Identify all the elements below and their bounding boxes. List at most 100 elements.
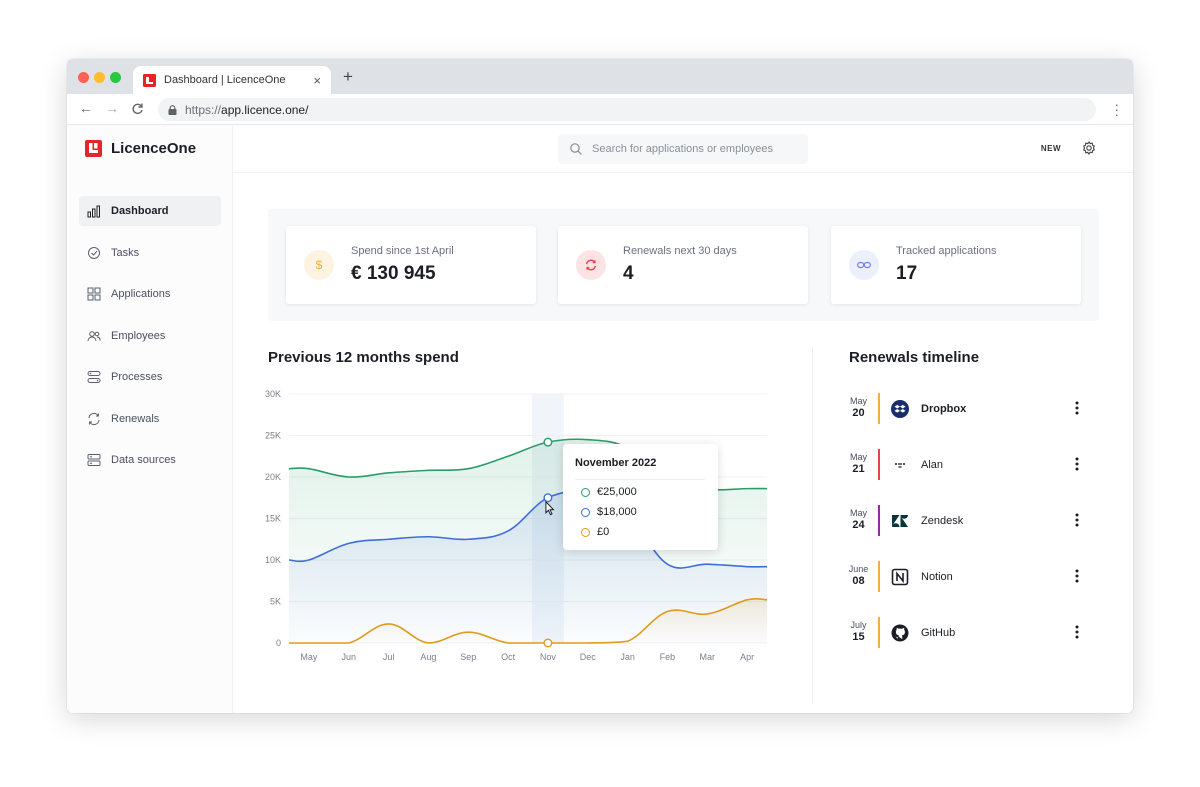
app-root: LicenceOne Dashboard Tasks Applications bbox=[67, 125, 1133, 713]
y-tick-label: 0 bbox=[276, 638, 281, 648]
timeline-date: May 24 bbox=[845, 507, 872, 531]
forward-button[interactable]: → bbox=[105, 100, 119, 116]
browser-menu-icon[interactable]: · · · bbox=[1115, 98, 1119, 121]
address-bar[interactable]: https://app.licence.one/ bbox=[158, 98, 1096, 121]
sidebar-item-label: Dashboard bbox=[111, 205, 169, 217]
timeline-day: 20 bbox=[852, 407, 865, 419]
sidebar-item-label: Employees bbox=[111, 329, 166, 342]
search-input[interactable]: Search for applications or employees bbox=[558, 134, 808, 164]
kpi-label: Spend since 1st April bbox=[351, 245, 454, 257]
sidebar-item-tasks[interactable]: Tasks bbox=[79, 238, 221, 268]
timeline-item[interactable]: May 20 Dropbox bbox=[845, 393, 1085, 427]
timeline-month: July bbox=[850, 620, 867, 630]
search-icon bbox=[570, 143, 582, 155]
spend-chart-title: Previous 12 months spend bbox=[268, 349, 459, 366]
link-icon bbox=[849, 250, 879, 280]
y-tick-label: 5K bbox=[270, 597, 281, 607]
timeline-app-name: Zendesk bbox=[921, 515, 964, 527]
x-tick-label: Jan bbox=[620, 652, 635, 662]
github-icon bbox=[891, 624, 909, 642]
timeline-bar bbox=[878, 505, 880, 536]
back-button[interactable]: ← bbox=[79, 100, 93, 116]
more-options-icon[interactable] bbox=[1075, 569, 1079, 583]
browser-window: Dashboard | LicenceOne × + ← → https://a… bbox=[67, 59, 1133, 713]
timeline-item[interactable]: May 24 Zendesk bbox=[845, 505, 1085, 539]
check-circle-icon bbox=[88, 246, 100, 259]
users-icon bbox=[87, 330, 101, 341]
y-tick-label: 30K bbox=[265, 389, 281, 399]
refresh-icon bbox=[88, 412, 100, 425]
timeline-app-name: GitHub bbox=[921, 627, 956, 639]
x-tick-label: Dec bbox=[580, 652, 597, 662]
dropbox-icon bbox=[891, 400, 909, 418]
close-tab-icon[interactable]: × bbox=[313, 73, 321, 88]
top-bar: Search for applications or employees NEW bbox=[233, 125, 1133, 173]
more-options-icon[interactable] bbox=[1075, 457, 1079, 471]
new-button[interactable]: NEW bbox=[1041, 144, 1061, 153]
licenceone-logo-icon bbox=[85, 140, 102, 157]
maximize-window-button[interactable] bbox=[110, 72, 121, 83]
search-placeholder: Search for applications or employees bbox=[592, 143, 773, 155]
timeline-title: Renewals timeline bbox=[849, 349, 980, 366]
browser-tab[interactable]: Dashboard | LicenceOne × bbox=[133, 66, 331, 94]
url-protocol: https:// bbox=[185, 102, 222, 117]
timeline-month: May bbox=[849, 508, 867, 518]
x-tick-label: Aug bbox=[420, 652, 436, 662]
timeline-bar bbox=[878, 449, 880, 480]
sidebar-item-data-sources[interactable]: Data sources bbox=[79, 445, 221, 475]
more-options-icon[interactable] bbox=[1075, 625, 1079, 639]
kpi-card-spend[interactable]: $ Spend since 1st April € 130 945 bbox=[286, 226, 536, 304]
kpi-card-applications[interactable]: Tracked applications 17 bbox=[831, 226, 1081, 304]
sidebar-item-applications[interactable]: Applications bbox=[79, 279, 221, 309]
sidebar-item-processes[interactable]: Processes bbox=[79, 362, 221, 392]
more-options-icon[interactable] bbox=[1075, 513, 1079, 527]
grid-icon bbox=[87, 287, 101, 301]
kpi-value: 17 bbox=[896, 263, 918, 284]
tooltip-divider bbox=[575, 479, 705, 480]
timeline-item[interactable]: May 21 Alan bbox=[845, 449, 1085, 483]
sidebar-item-employees[interactable]: Employees bbox=[79, 321, 221, 351]
x-tick-label: Apr bbox=[740, 652, 754, 662]
timeline-item[interactable]: June 08 Notion bbox=[845, 561, 1085, 595]
kpi-label: Renewals next 30 days bbox=[623, 245, 737, 257]
minimize-window-button[interactable] bbox=[94, 72, 105, 83]
tab-strip: Dashboard | LicenceOne × + bbox=[67, 59, 1133, 94]
series-marker bbox=[581, 487, 590, 497]
app-logo[interactable]: LicenceOne bbox=[85, 140, 196, 157]
x-tick-label: Jun bbox=[341, 652, 356, 662]
y-tick-label: 15K bbox=[265, 514, 281, 524]
timeline-day: 15 bbox=[852, 631, 865, 643]
gear-icon[interactable] bbox=[1082, 141, 1096, 155]
timeline-month: June bbox=[848, 564, 869, 574]
x-tick-label: Oct bbox=[501, 652, 516, 662]
timeline-app-name: Alan bbox=[921, 459, 944, 471]
url-host: app.licence.one/ bbox=[221, 102, 309, 117]
sidebar-item-dashboard[interactable]: Dashboard bbox=[79, 196, 221, 226]
series-marker bbox=[581, 527, 590, 537]
timeline-bar bbox=[878, 561, 880, 592]
timeline-day: 24 bbox=[852, 519, 865, 531]
y-tick-label: 25K bbox=[265, 431, 281, 441]
kpi-card-renewals[interactable]: Renewals next 30 days 4 bbox=[558, 226, 808, 304]
more-options-icon[interactable] bbox=[1075, 401, 1079, 415]
timeline-date: July 15 bbox=[845, 619, 872, 643]
bar-chart-icon bbox=[87, 205, 100, 218]
logo-text: LicenceOne bbox=[111, 140, 197, 157]
new-tab-button[interactable]: + bbox=[343, 67, 353, 87]
close-window-button[interactable] bbox=[78, 72, 89, 83]
alan-icon bbox=[895, 463, 905, 468]
timeline-app-name: Notion bbox=[921, 571, 953, 583]
refresh-icon bbox=[576, 250, 606, 280]
sidebar-item-label: Processes bbox=[111, 371, 163, 383]
kpi-value: € 130 945 bbox=[351, 263, 436, 284]
sidebar-item-renewals[interactable]: Renewals bbox=[79, 404, 221, 434]
timeline-date: May 21 bbox=[845, 451, 872, 475]
dollar-icon: $ bbox=[304, 250, 334, 280]
tooltip-value: $18,000 bbox=[597, 506, 637, 518]
reload-icon[interactable] bbox=[131, 102, 144, 115]
tooltip-value: £0 bbox=[597, 526, 610, 538]
timeline-item[interactable]: July 15 GitHub bbox=[845, 617, 1085, 651]
timeline-month: May bbox=[849, 452, 867, 462]
hover-point-orange bbox=[543, 638, 553, 648]
tab-title: Dashboard | LicenceOne bbox=[164, 74, 286, 86]
